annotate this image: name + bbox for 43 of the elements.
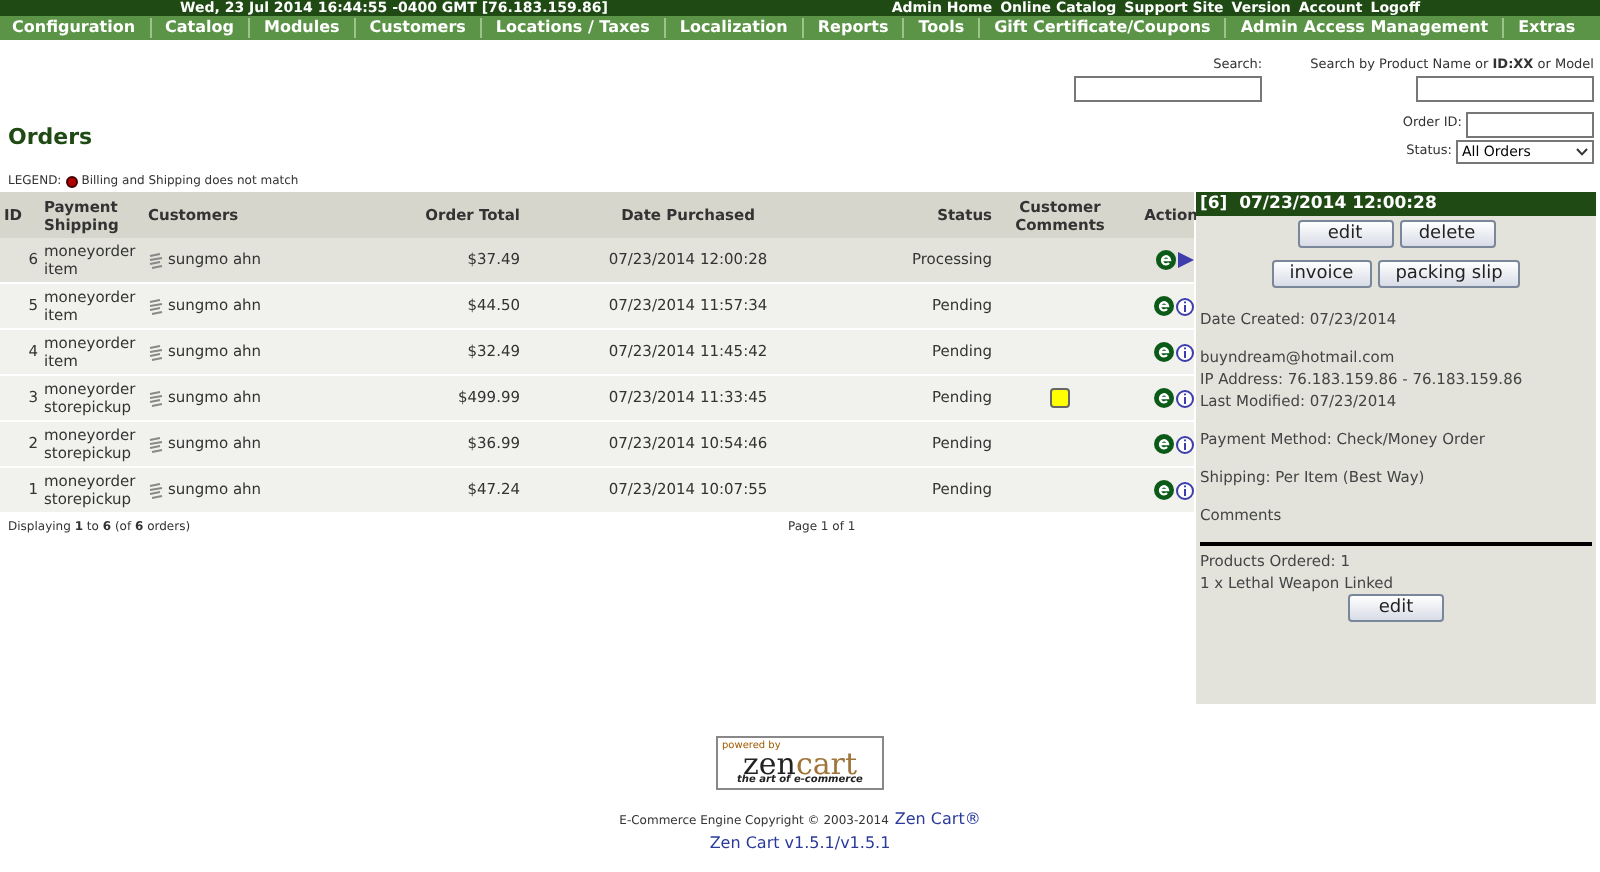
menu-item[interactable]: Locations / Taxes [495,16,650,40]
edit-icon[interactable] [1154,388,1174,408]
customer-icon[interactable] [148,481,164,499]
edit-icon[interactable] [1154,296,1174,316]
menu-item[interactable]: Configuration [12,16,136,40]
edit-icon[interactable] [1156,250,1176,270]
order-id-field[interactable] [1466,111,1594,138]
info-icon[interactable] [1176,297,1194,315]
search-field[interactable] [1074,75,1263,102]
comment-icon[interactable] [1050,388,1070,408]
page-title: Orders [8,121,95,153]
info-icon[interactable] [1176,343,1194,361]
info-icon[interactable] [1176,389,1194,407]
chevron-icon [1576,147,1588,156]
version-text: Zen Cart v1.5.1/v1.5.1 [709,832,891,856]
menu-item[interactable]: Localization [679,16,788,40]
menu-item[interactable]: Gift Certificate/Coupons [994,16,1211,40]
edit-icon[interactable] [1154,480,1174,500]
edit-icon[interactable] [1154,434,1174,454]
info-icon[interactable] [1176,481,1194,499]
menu-item[interactable]: Customers [369,16,466,40]
menu-item[interactable]: Catalog [165,16,234,40]
menu-item[interactable]: Extras [1518,16,1576,40]
menu-item[interactable]: Tools [918,16,965,40]
arrow-icon[interactable] [1178,252,1194,268]
customer-icon[interactable] [148,251,164,269]
customer-icon[interactable] [148,297,164,315]
panel-button[interactable]: delete [1399,220,1495,248]
customer-icon[interactable] [148,435,164,453]
menu-item[interactable]: Reports [817,16,889,40]
customer-icon[interactable] [148,389,164,407]
panel-button[interactable]: edit [1297,220,1393,248]
panel-button[interactable]: edit [1348,594,1444,622]
panel-heading: [6] 07/23/2014 12:00:28 [1196,192,1596,216]
product-search-field[interactable] [1416,75,1594,102]
edit-icon[interactable] [1154,342,1174,362]
panel-button[interactable]: invoice [1271,260,1372,288]
customer-icon[interactable] [148,343,164,361]
zen-cart-link[interactable]: Zen Cart® [894,808,981,832]
menu-item[interactable]: Admin Access Management [1240,16,1489,40]
panel-button[interactable]: packing slip [1377,260,1521,288]
info-icon[interactable] [1176,435,1194,453]
menu-item[interactable]: Modules [263,16,340,40]
